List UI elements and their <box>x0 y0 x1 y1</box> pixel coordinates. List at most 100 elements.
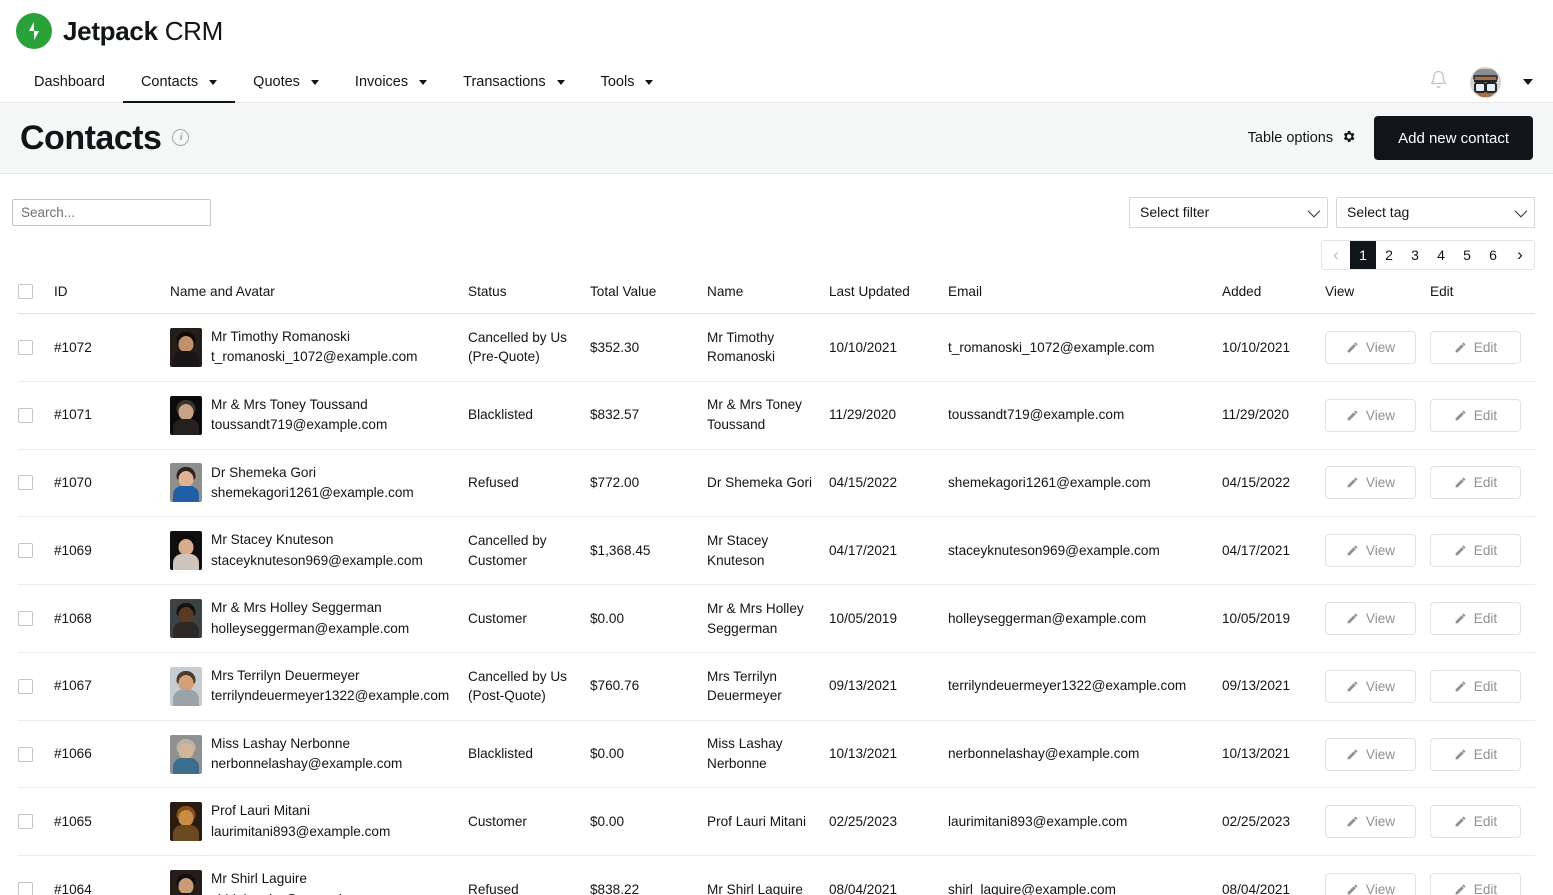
column-header-total-value[interactable]: Total Value <box>590 284 707 314</box>
edit-button[interactable]: Edit <box>1430 331 1521 364</box>
table-row[interactable]: #1072Mr Timothy Romanoskit_romanoski_107… <box>18 314 1535 382</box>
view-button[interactable]: View <box>1325 331 1416 364</box>
edit-button-label: Edit <box>1474 408 1497 423</box>
cell-edit: Edit <box>1430 788 1535 856</box>
row-checkbox[interactable] <box>18 679 33 694</box>
pencil-icon <box>1346 409 1359 422</box>
row-checkbox[interactable] <box>18 340 33 355</box>
table-row[interactable]: #1069Mr Stacey Knutesonstaceyknuteson969… <box>18 517 1535 585</box>
cell-id: #1070 <box>54 449 170 517</box>
cell-edit: Edit <box>1430 517 1535 585</box>
table-row[interactable]: #1064Mr Shirl Laguireshirl_laguire@examp… <box>18 856 1535 895</box>
contacts-table: ID Name and Avatar Status Total Value Na… <box>18 284 1535 895</box>
column-header-last-updated[interactable]: Last Updated <box>829 284 948 314</box>
bell-icon[interactable] <box>1429 70 1448 94</box>
edit-button[interactable]: Edit <box>1430 602 1521 635</box>
table-row[interactable]: #1070Dr Shemeka Gorishemekagori1261@exam… <box>18 449 1535 517</box>
pagination-prev-button[interactable]: ‹ <box>1322 240 1350 270</box>
cell-name-avatar: Mrs Terrilyn Deuermeyerterrilyndeuermeye… <box>170 652 468 720</box>
row-select-cell <box>18 856 54 895</box>
cell-added: 02/25/2023 <box>1222 788 1325 856</box>
view-button[interactable]: View <box>1325 602 1416 635</box>
cell-edit: Edit <box>1430 314 1535 382</box>
view-button[interactable]: View <box>1325 738 1416 771</box>
view-button[interactable]: View <box>1325 873 1416 895</box>
nav-item-quotes[interactable]: Quotes <box>235 62 337 102</box>
cell-edit: Edit <box>1430 449 1535 517</box>
pagination-page-6[interactable]: 6 <box>1480 240 1506 270</box>
nav-item-tools[interactable]: Tools <box>583 62 672 102</box>
add-new-contact-button[interactable]: Add new contact <box>1374 116 1533 160</box>
column-header-added[interactable]: Added <box>1222 284 1325 314</box>
chevron-down-icon[interactable] <box>1523 79 1533 85</box>
row-checkbox[interactable] <box>18 408 33 423</box>
nav-item-invoices[interactable]: Invoices <box>337 62 445 102</box>
row-checkbox[interactable] <box>18 475 33 490</box>
table-row[interactable]: #1067Mrs Terrilyn Deuermeyerterrilyndeue… <box>18 652 1535 720</box>
select-all-checkbox[interactable] <box>18 284 33 299</box>
view-button[interactable]: View <box>1325 805 1416 838</box>
column-header-id[interactable]: ID <box>54 284 170 314</box>
pencil-icon <box>1454 815 1467 828</box>
info-icon[interactable]: i <box>172 129 189 146</box>
view-button[interactable]: View <box>1325 466 1416 499</box>
edit-button[interactable]: Edit <box>1430 805 1521 838</box>
table-row[interactable]: #1068Mr & Mrs Holley Seggermanholleysegg… <box>18 585 1535 653</box>
edit-button[interactable]: Edit <box>1430 873 1521 895</box>
main-navigation: Dashboard ContactsQuotesInvoicesTransacti… <box>0 62 1553 103</box>
view-button[interactable]: View <box>1325 670 1416 703</box>
pagination-page-4[interactable]: 4 <box>1428 240 1454 270</box>
page-title: Contactsi <box>20 121 189 155</box>
view-button-label: View <box>1366 408 1395 423</box>
pagination-page-5[interactable]: 5 <box>1454 240 1480 270</box>
column-header-name[interactable]: Name <box>707 284 829 314</box>
pagination-page-2[interactable]: 2 <box>1376 240 1402 270</box>
caret-down-icon <box>209 80 217 85</box>
select-all-header <box>18 284 54 314</box>
view-button[interactable]: View <box>1325 399 1416 432</box>
row-checkbox[interactable] <box>18 882 33 895</box>
view-button-label: View <box>1366 340 1395 355</box>
cell-added: 04/17/2021 <box>1222 517 1325 585</box>
pencil-icon <box>1454 341 1467 354</box>
page-header-actions: Table options Add new contact <box>1248 116 1533 160</box>
nav-item-label: Dashboard <box>34 74 105 90</box>
user-avatar[interactable] <box>1470 67 1501 98</box>
cell-email: nerbonnelashay@example.com <box>948 720 1222 788</box>
nav-item-dashboard[interactable]: Dashboard <box>16 62 123 102</box>
row-checkbox[interactable] <box>18 814 33 829</box>
table-row[interactable]: #1065Prof Lauri Mitanilaurimitani893@exa… <box>18 788 1535 856</box>
pagination-next-button[interactable]: › <box>1506 240 1534 270</box>
row-checkbox[interactable] <box>18 611 33 626</box>
brand-logo[interactable]: Jetpack CRM <box>16 13 223 49</box>
row-checkbox[interactable] <box>18 543 33 558</box>
contact-name: Mr Timothy Romanoski <box>211 329 350 344</box>
row-checkbox[interactable] <box>18 747 33 762</box>
pagination-page-1[interactable]: 1 <box>1350 240 1376 270</box>
edit-button[interactable]: Edit <box>1430 466 1521 499</box>
edit-button[interactable]: Edit <box>1430 738 1521 771</box>
pagination-page-3[interactable]: 3 <box>1402 240 1428 270</box>
table-row[interactable]: #1071Mr & Mrs Toney Toussandtoussandt719… <box>18 381 1535 449</box>
search-input[interactable] <box>12 199 211 226</box>
contact-avatar <box>170 463 202 502</box>
select-tag-dropdown[interactable]: Select tag <box>1336 197 1535 228</box>
contact-avatar <box>170 531 202 570</box>
edit-button-label: Edit <box>1474 340 1497 355</box>
edit-button[interactable]: Edit <box>1430 534 1521 567</box>
table-options-button[interactable]: Table options <box>1248 129 1356 148</box>
nav-item-transactions[interactable]: Transactions <box>445 62 582 102</box>
column-header-email[interactable]: Email <box>948 284 1222 314</box>
cell-name-avatar: Mr Shirl Laguireshirl_laguire@example.co… <box>170 856 468 895</box>
column-header-name-avatar[interactable]: Name and Avatar <box>170 284 468 314</box>
table-row[interactable]: #1066Miss Lashay Nerbonnenerbonnelashay@… <box>18 720 1535 788</box>
cell-edit: Edit <box>1430 720 1535 788</box>
view-button[interactable]: View <box>1325 534 1416 567</box>
select-filter-label: Select filter <box>1140 204 1209 220</box>
edit-button[interactable]: Edit <box>1430 399 1521 432</box>
nav-item-contacts[interactable]: Contacts <box>123 62 235 102</box>
cell-added: 10/13/2021 <box>1222 720 1325 788</box>
edit-button[interactable]: Edit <box>1430 670 1521 703</box>
column-header-status[interactable]: Status <box>468 284 590 314</box>
select-filter-dropdown[interactable]: Select filter <box>1129 197 1328 228</box>
